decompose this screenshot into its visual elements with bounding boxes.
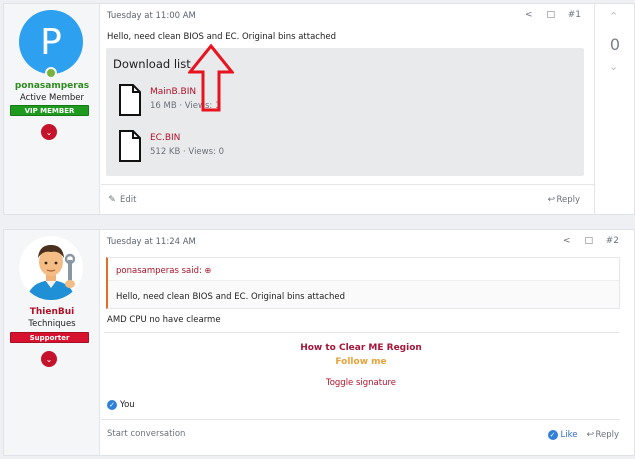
- edit-label: Edit: [120, 195, 137, 205]
- post-footer-actions: ✓ Like ↩Reply: [547, 430, 619, 440]
- follow-link[interactable]: Follow me: [101, 357, 621, 367]
- vote-column: ⌃ 0 ⌄: [594, 4, 634, 214]
- file-icon: [119, 130, 141, 162]
- upvote-icon[interactable]: ⌃: [609, 10, 618, 23]
- share-icon[interactable]: <: [562, 236, 572, 246]
- post-number[interactable]: #2: [606, 236, 619, 246]
- bookmark-icon[interactable]: □: [584, 236, 594, 246]
- user-banner: Supporter: [10, 332, 89, 343]
- downvote-icon[interactable]: ⌄: [609, 60, 618, 73]
- chevron-down-icon[interactable]: ⌄: [41, 351, 57, 367]
- thumbs-up-icon: ✓: [107, 400, 117, 410]
- online-status-icon: [45, 67, 57, 79]
- username[interactable]: ThienBui: [4, 307, 100, 317]
- file-icon: [119, 84, 141, 116]
- annotation-arrow-icon: [188, 44, 234, 112]
- chevron-down-icon[interactable]: ⌄: [41, 124, 57, 140]
- avatar-initial: P: [40, 21, 62, 63]
- reply-button[interactable]: ↩Reply: [585, 430, 619, 440]
- post-main: Tuesday at 11:24 AM < □ #2 ponasamperas …: [101, 230, 634, 455]
- signature-divider: [104, 332, 619, 333]
- signature-link[interactable]: How to Clear ME Region: [101, 343, 621, 353]
- edit-button[interactable]: ✎ Edit: [107, 195, 136, 205]
- toggle-signature[interactable]: Toggle signature: [101, 378, 621, 388]
- download-list: Download list MainB.BIN 16 MB · Views: 1…: [106, 48, 584, 176]
- quote-text: Hello, need clean BIOS and EC. Original …: [116, 292, 345, 302]
- post-text: AMD CPU no have clearme: [107, 315, 221, 325]
- reply-button[interactable]: ↩Reply: [546, 195, 580, 205]
- post-date[interactable]: Tuesday at 11:00 AM: [107, 11, 196, 21]
- file-name[interactable]: EC.BIN: [150, 133, 180, 143]
- post-number[interactable]: #1: [568, 10, 581, 20]
- reply-label: Reply: [556, 195, 580, 205]
- reply-label: Reply: [595, 430, 619, 440]
- avatar[interactable]: P: [19, 10, 83, 74]
- quote-author-label: ponasamperas said:: [116, 266, 202, 276]
- post-actions: < □ #2: [562, 236, 619, 246]
- divider: [101, 184, 594, 185]
- quote-header: ponasamperas said: ⊕: [108, 258, 619, 281]
- avatar[interactable]: [19, 236, 83, 300]
- reactions-bar[interactable]: ✓ You: [107, 400, 135, 410]
- post-main: Tuesday at 11:00 AM < □ #1 Hello, need c…: [101, 4, 634, 214]
- post-date[interactable]: Tuesday at 11:24 AM: [107, 237, 196, 247]
- like-button[interactable]: ✓ Like: [547, 430, 578, 440]
- divider: [101, 419, 620, 420]
- pencil-icon: ✎: [108, 195, 116, 205]
- reply-icon: ↩: [586, 430, 595, 440]
- file-meta: 512 KB · Views: 0: [150, 147, 225, 157]
- share-icon[interactable]: <: [524, 10, 534, 20]
- start-conversation[interactable]: Start conversation: [107, 429, 185, 439]
- user-info-column: ThienBui Techniques Supporter ⌄: [4, 230, 100, 455]
- user-info-column: P ponasamperas Active Member VIP MEMBER …: [4, 4, 100, 214]
- quote-author[interactable]: ponasamperas said: ⊕: [116, 266, 211, 276]
- user-title: Active Member: [20, 93, 84, 103]
- username[interactable]: ponasamperas: [4, 81, 100, 91]
- bookmark-icon[interactable]: □: [546, 10, 556, 20]
- post-1: P ponasamperas Active Member VIP MEMBER …: [3, 3, 635, 215]
- reactions-label[interactable]: You: [120, 400, 135, 410]
- vote-count: 0: [609, 35, 621, 54]
- post-2: ThienBui Techniques Supporter ⌄ Tuesday …: [3, 229, 635, 456]
- quote-block: ponasamperas said: ⊕ Hello, need clean B…: [106, 257, 620, 309]
- post-actions: < □ #1: [524, 10, 581, 20]
- user-title: Techniques: [28, 319, 76, 329]
- download-list-title: Download list: [113, 57, 191, 71]
- post-text: Hello, need clean BIOS and EC. Original …: [107, 32, 336, 42]
- like-label: Like: [560, 430, 578, 440]
- arrow-up-circle-icon[interactable]: ⊕: [205, 266, 212, 275]
- reply-icon: ↩: [547, 195, 556, 205]
- user-banner: VIP MEMBER: [10, 105, 89, 116]
- thumbs-up-icon: ✓: [547, 430, 558, 440]
